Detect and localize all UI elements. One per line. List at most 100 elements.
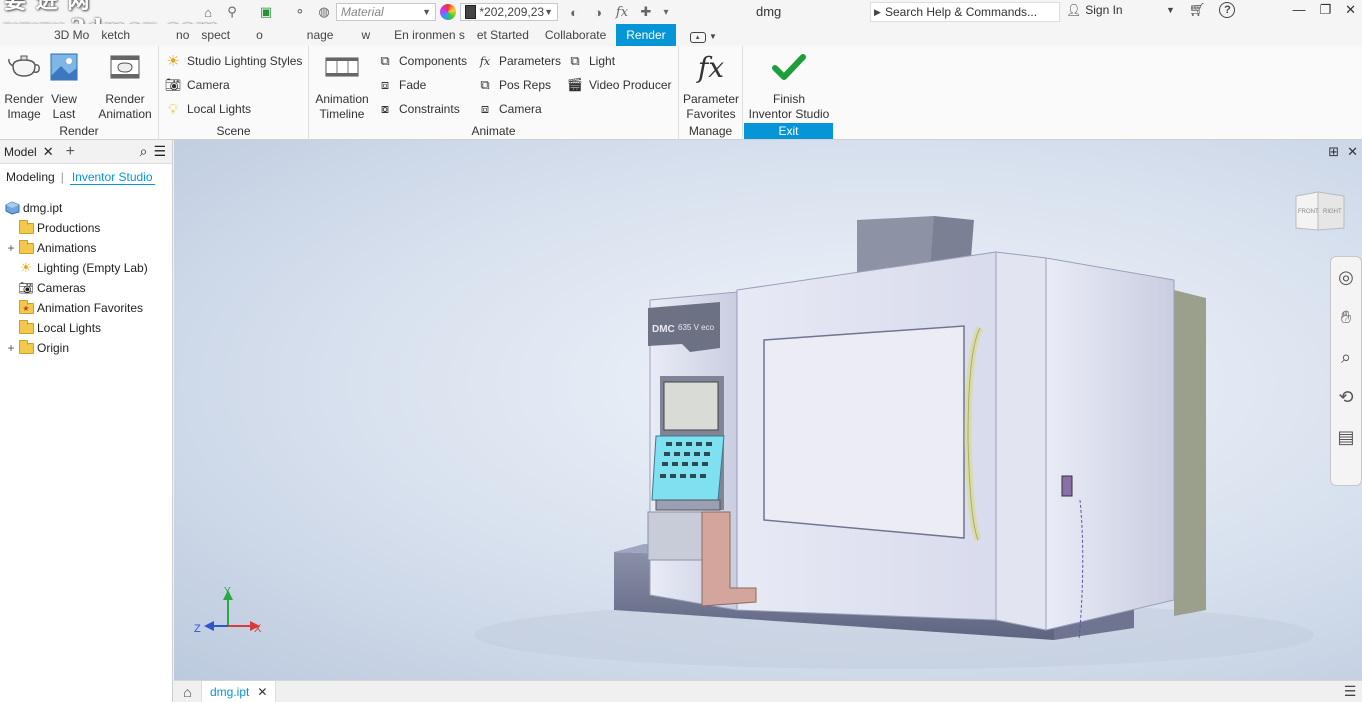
folder-icon bbox=[18, 219, 34, 235]
plus-icon[interactable]: ✚ bbox=[636, 3, 656, 21]
constraints-button[interactable]: ⧇ Constraints bbox=[377, 99, 460, 119]
tree-node[interactable]: Local Lights bbox=[0, 318, 172, 338]
adjust-icon[interactable]: ◑ bbox=[588, 3, 608, 21]
graphics-viewport[interactable]: DMC 635 V eco Y X Z FRONT RIGHT ◎ ✋︎ ⌕ ⟲… bbox=[174, 140, 1362, 680]
axis-y-label: Y bbox=[224, 586, 231, 597]
video-producer-button[interactable]: 🎬︎ Video Producer bbox=[567, 75, 672, 95]
quick-access-toolbar: 要 进 网 www.3dmox.com ⌂ ⚲ ▣ ⚬ ◍ Material ▼… bbox=[0, 0, 1362, 41]
studio-lighting-label: Studio Lighting Styles bbox=[187, 54, 303, 68]
render-image-button[interactable]: Render Image bbox=[2, 50, 46, 122]
user-icon[interactable]: ⚲ bbox=[222, 3, 242, 21]
close-icon[interactable]: ✕ bbox=[257, 685, 267, 699]
pos-reps-icon: ⧉ bbox=[480, 77, 490, 92]
steering-wheel-icon[interactable]: ◎ bbox=[1331, 257, 1361, 297]
appearance-color-icon[interactable] bbox=[440, 4, 456, 20]
search-box[interactable]: ▶ Search Help & Commands... bbox=[870, 2, 1060, 22]
animate-camera-label: Camera bbox=[499, 102, 542, 116]
chevron-down-icon: ▼ bbox=[708, 32, 717, 41]
close-icon[interactable]: ✕ bbox=[43, 144, 54, 160]
modeling-tab[interactable]: Modeling bbox=[6, 170, 55, 184]
tile-view-icon[interactable]: ⊞ bbox=[1328, 144, 1339, 160]
animation-timeline-button[interactable]: Animation Timeline bbox=[313, 50, 371, 122]
tree-node[interactable]: + Animations bbox=[0, 238, 172, 258]
fx-icon[interactable]: fx bbox=[612, 3, 632, 21]
look-at-icon[interactable]: ▤ bbox=[1331, 417, 1361, 457]
tab-3d-model[interactable]: 3D Mo bbox=[0, 24, 95, 46]
view-cube-right[interactable]: RIGHT bbox=[1323, 209, 1342, 215]
tab-render[interactable]: Render bbox=[616, 24, 676, 46]
orbit-icon[interactable]: ⟲ bbox=[1331, 377, 1361, 417]
parameter-favorites-button[interactable]: fx Parameter Favorites bbox=[681, 50, 741, 122]
render-animation-button[interactable]: Render Animation bbox=[92, 50, 158, 122]
view-cube-front[interactable]: FRONT bbox=[1298, 209, 1319, 215]
fade-button[interactable]: ⧈ Fade bbox=[377, 75, 427, 95]
manage-panel-title: Manage bbox=[688, 124, 733, 138]
pos-reps-button[interactable]: ⧉ Pos Reps bbox=[477, 75, 551, 95]
inventor-studio-tab[interactable]: Inventor Studio bbox=[69, 170, 155, 185]
cart-icon[interactable]: 🛒︎ bbox=[1189, 2, 1206, 18]
close-icon[interactable]: ✕ bbox=[1345, 2, 1356, 18]
studio-lighting-styles-button[interactable]: ☀ Studio Lighting Styles bbox=[165, 51, 302, 71]
customize-icon[interactable]: ▾ bbox=[656, 3, 676, 21]
appearance-dropdown[interactable]: *202,209,23 ▼ bbox=[460, 3, 558, 21]
help-icons: ▼ 🛒︎ ? bbox=[1166, 2, 1236, 18]
tab-view[interactable]: w bbox=[339, 24, 376, 46]
scene-panel: ☀ Studio Lighting Styles 📷︎ Camera 💡︎ Lo… bbox=[159, 46, 309, 140]
home-tab-icon[interactable]: ⌂ bbox=[174, 680, 202, 702]
folder-icon bbox=[18, 319, 34, 335]
clear-appearance-icon[interactable]: ◐ bbox=[564, 3, 584, 21]
document-menu-icon[interactable]: ☰ bbox=[1338, 683, 1362, 700]
expand-toggle-icon[interactable]: + bbox=[4, 241, 18, 255]
finish-inventor-studio-button[interactable]: Finish Inventor Studio bbox=[743, 50, 835, 122]
material-dropdown[interactable]: Material ▼ bbox=[336, 3, 436, 21]
close-view-icon[interactable]: ✕ bbox=[1347, 144, 1358, 160]
local-lights-button[interactable]: 💡︎ Local Lights bbox=[165, 99, 251, 119]
pan-icon[interactable]: ✋︎ bbox=[1331, 297, 1361, 337]
document-tab[interactable]: dmg.ipt ✕ bbox=[202, 680, 277, 702]
home-icon[interactable]: ⌂ bbox=[198, 3, 218, 21]
measure-icon[interactable]: ⚬ bbox=[290, 3, 310, 21]
tree-node[interactable]: + Origin bbox=[0, 338, 172, 358]
camera-icon: ⧈ bbox=[480, 101, 490, 116]
ribbon-display-toggle[interactable]: ▴ ▼ bbox=[676, 24, 727, 46]
animate-panel: Animation Timeline ⧉ Components ⧈ Fade ⧇… bbox=[309, 46, 679, 140]
zoom-icon[interactable]: ⌕ bbox=[1331, 337, 1361, 377]
parameters-button[interactable]: fx Parameters bbox=[477, 51, 561, 71]
tab-tools[interactable]: o bbox=[236, 24, 269, 46]
chevron-down-icon[interactable]: ▼ bbox=[1166, 5, 1175, 15]
tab-environments[interactable]: En ironmen s bbox=[376, 24, 471, 46]
components-button[interactable]: ⧉ Components bbox=[377, 51, 467, 71]
appearance-swatch bbox=[465, 5, 477, 19]
tab-annotate[interactable]: no bbox=[136, 24, 195, 46]
animate-camera-button[interactable]: ⧈ Camera bbox=[477, 99, 542, 119]
menu-icon[interactable]: ☰ bbox=[153, 143, 166, 160]
view-cube[interactable]: FRONT RIGHT bbox=[1294, 188, 1346, 234]
box-icon[interactable]: ▣ bbox=[256, 3, 276, 21]
tab-manage[interactable]: nage bbox=[269, 24, 340, 46]
tree-node[interactable]: ★ Animation Favorites bbox=[0, 298, 172, 318]
expand-toggle-icon[interactable]: + bbox=[4, 341, 18, 355]
light-button[interactable]: ⧉ Light bbox=[567, 51, 615, 71]
browser-tree: dmg.ipt Productions + Animations ☀ Lighting (… bbox=[0, 198, 172, 358]
tab-sketch[interactable]: ketch bbox=[95, 24, 136, 46]
navigation-bar: ◎ ✋︎ ⌕ ⟲ ▤ bbox=[1330, 256, 1362, 486]
view-last-button[interactable]: View Last bbox=[46, 50, 82, 122]
user-icon: 👤︎ bbox=[1066, 3, 1082, 17]
tree-node[interactable]: 📷︎ Cameras bbox=[0, 278, 172, 298]
tab-inspect[interactable]: spect bbox=[195, 24, 236, 46]
ball-icon[interactable]: ◍ bbox=[314, 3, 334, 21]
machine-brand-label: DMC bbox=[652, 324, 675, 335]
teapot-icon bbox=[7, 50, 41, 84]
tree-node[interactable]: Productions bbox=[0, 218, 172, 238]
tab-collaborate[interactable]: Collaborate bbox=[535, 24, 616, 46]
help-icon[interactable]: ? bbox=[1219, 2, 1236, 18]
tab-get-started[interactable]: et Started bbox=[471, 24, 535, 46]
restore-icon[interactable]: ❐ bbox=[1319, 2, 1331, 18]
camera-button[interactable]: 📷︎ Camera bbox=[165, 75, 230, 95]
search-icon[interactable]: ⌕ bbox=[140, 143, 148, 160]
tree-node[interactable]: ☀ Lighting (Empty Lab) bbox=[0, 258, 172, 278]
add-icon[interactable]: + bbox=[66, 143, 75, 161]
tree-node[interactable]: dmg.ipt bbox=[0, 198, 172, 218]
minimize-icon[interactable]: — bbox=[1292, 2, 1305, 18]
sign-in-button[interactable]: 👤︎ Sign In bbox=[1066, 3, 1123, 17]
